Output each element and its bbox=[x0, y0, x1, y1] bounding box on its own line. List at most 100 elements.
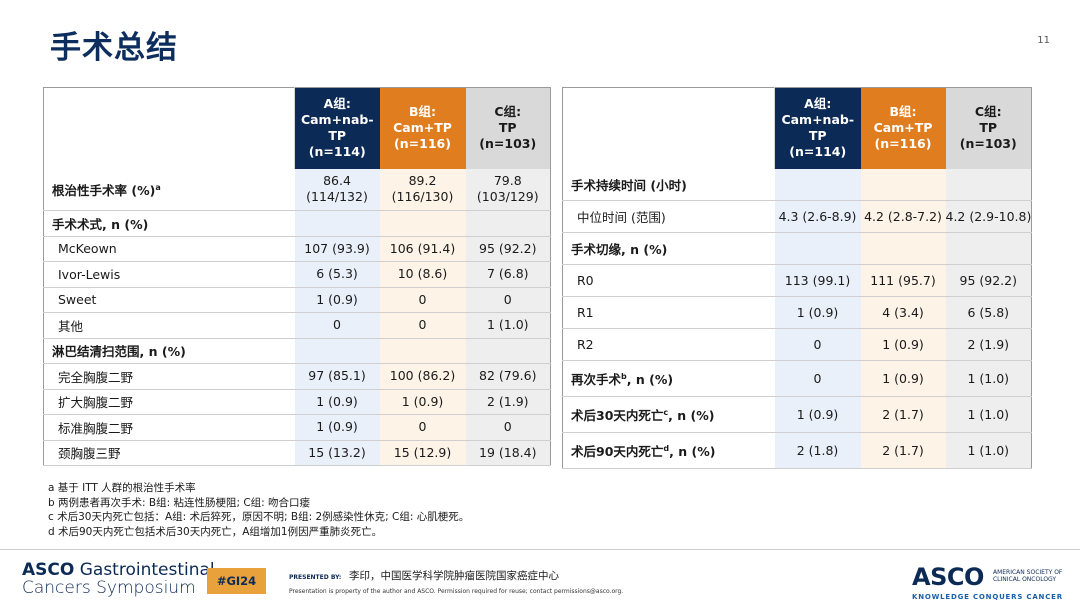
table-row: 根治性手术率 (%)a 86.4 (114/132) 89.2 (116/130) 79.… bbox=[43, 168, 551, 211]
cell-group-b bbox=[379, 210, 466, 237]
cell-group-b: 106 (91.4) bbox=[379, 236, 466, 262]
row-label: 颈胸腹三野 bbox=[43, 440, 295, 466]
table-row: 术后30天内死亡c, n (%) 1 (0.9) 2 (1.7) 1 (1.0) bbox=[562, 396, 1032, 433]
page-number: 11 bbox=[1037, 35, 1050, 46]
row-label: 根治性手术率 (%)a bbox=[43, 168, 295, 211]
cell-group-c bbox=[945, 168, 1032, 201]
header-empty-cell bbox=[43, 87, 295, 169]
cell-group-a: 1 (0.9) bbox=[774, 296, 861, 329]
header-group-a: A组: Cam+nab-TP (n=114) bbox=[774, 87, 861, 169]
cell-group-c: 82 (79.6) bbox=[465, 363, 551, 390]
cell-group-b: 100 (86.2) bbox=[379, 363, 466, 390]
cell-group-c bbox=[945, 232, 1032, 265]
header-group-c: C组: TP (n=103) bbox=[945, 87, 1032, 169]
header-group-c: C组: TP (n=103) bbox=[465, 87, 551, 169]
table-row: R2 0 1 (0.9) 2 (1.9) bbox=[562, 328, 1032, 361]
cell-group-a: 97 (85.1) bbox=[294, 363, 380, 390]
cell-group-a bbox=[294, 210, 380, 237]
cell-group-b: 89.2 (116/130) bbox=[379, 168, 466, 211]
row-label: 术后90天内死亡d, n (%) bbox=[562, 432, 775, 469]
cell-group-c: 2 (1.9) bbox=[945, 328, 1032, 361]
cell-group-c: 19 (18.4) bbox=[465, 440, 551, 466]
cell-group-c: 95 (92.2) bbox=[945, 264, 1032, 297]
table-row: 术后90天内死亡d, n (%) 2 (1.8) 2 (1.7) 1 (1.0) bbox=[562, 432, 1032, 469]
footnotes: a 基于 ITT 人群的根治性手术率 b 两例患者再次手术: B组: 粘连性肠梗… bbox=[48, 481, 469, 539]
hashtag-badge: #GI24 bbox=[207, 568, 266, 594]
table-row: 淋巴结清扫范围, n (%) bbox=[43, 338, 551, 364]
page-title: 手术总结 bbox=[50, 30, 178, 66]
footnote-b: b 两例患者再次手术: B组: 粘连性肠梗阻; C组: 吻合口瘘 bbox=[48, 496, 311, 509]
row-label: 手术切缘, n (%) bbox=[562, 232, 775, 265]
property-note: Presentation is property of the author a… bbox=[289, 588, 624, 595]
cell-group-a: 1 (0.9) bbox=[294, 389, 380, 415]
cell-group-c: 6 (5.8) bbox=[945, 296, 1032, 329]
footnote-d: d 术后90天内死亡包括术后30天内死亡，A组增加1例因严重肺炎死亡。 bbox=[48, 525, 383, 538]
cell-group-a: 1 (0.9) bbox=[294, 414, 380, 441]
footnote-a: a 基于 ITT 人群的根治性手术率 bbox=[48, 482, 196, 494]
table-row: 其他 0 0 1 (1.0) bbox=[43, 312, 551, 339]
cell-group-c: 0 bbox=[465, 414, 551, 441]
table-row: R0 113 (99.1) 111 (95.7) 95 (92.2) bbox=[562, 264, 1032, 297]
cell-group-a: 1 (0.9) bbox=[294, 287, 380, 313]
cell-group-b: 15 (12.9) bbox=[379, 440, 466, 466]
table-row: 再次手术b, n (%) 0 1 (0.9) 1 (1.0) bbox=[562, 360, 1032, 397]
cell-group-b bbox=[860, 168, 946, 201]
table-row: 手术术式, n (%) bbox=[43, 210, 551, 237]
table-row: 扩大胸腹二野 1 (0.9) 1 (0.9) 2 (1.9) bbox=[43, 389, 551, 415]
cell-group-c bbox=[465, 338, 551, 364]
row-label: R2 bbox=[562, 328, 775, 361]
cell-group-a bbox=[294, 338, 380, 364]
presenter-name: 李印，中国医学科学院肿瘤医院国家癌症中心 bbox=[349, 570, 559, 582]
table-row: 手术切缘, n (%) bbox=[562, 232, 1032, 265]
row-label: 中位时间 (范围) bbox=[562, 200, 775, 233]
cell-group-c: 7 (6.8) bbox=[465, 261, 551, 288]
row-label: Ivor-Lewis bbox=[43, 261, 295, 288]
cell-group-b: 10 (8.6) bbox=[379, 261, 466, 288]
cell-group-b bbox=[379, 338, 466, 364]
surgery-table-left: A组: Cam+nab-TP (n=114) B组: Cam+TP (n=116) C组… bbox=[43, 87, 551, 466]
cell-group-c bbox=[465, 210, 551, 237]
cell-group-b: 0 bbox=[379, 287, 466, 313]
row-label: 术后30天内死亡c, n (%) bbox=[562, 396, 775, 433]
row-label: McKeown bbox=[43, 236, 295, 262]
row-label: 其他 bbox=[43, 312, 295, 339]
cell-group-b: 2 (1.7) bbox=[860, 396, 946, 433]
cell-group-c: 2 (1.9) bbox=[465, 389, 551, 415]
cell-group-a: 4.3 (2.6-8.9) bbox=[774, 200, 861, 233]
row-label: 完全胸腹二野 bbox=[43, 363, 295, 390]
cell-group-a: 0 bbox=[774, 360, 861, 397]
cell-group-b bbox=[860, 232, 946, 265]
cell-group-b: 0 bbox=[379, 414, 466, 441]
table-row: 手术持续时间 (小时) bbox=[562, 168, 1032, 201]
footer-divider bbox=[0, 549, 1080, 550]
header-empty-cell bbox=[562, 87, 775, 169]
row-label: Sweet bbox=[43, 287, 295, 313]
table-row: 中位时间 (范围) 4.3 (2.6-8.9) 4.2 (2.8-7.2) 4.2 (… bbox=[562, 200, 1032, 233]
row-label: 手术持续时间 (小时) bbox=[562, 168, 775, 201]
cell-group-b: 1 (0.9) bbox=[379, 389, 466, 415]
cell-group-c: 0 bbox=[465, 287, 551, 313]
table-row: Sweet 1 (0.9) 0 0 bbox=[43, 287, 551, 313]
cell-group-b: 1 (0.9) bbox=[860, 360, 946, 397]
row-label: R0 bbox=[562, 264, 775, 297]
cell-group-a bbox=[774, 232, 861, 265]
cell-group-c: 1 (1.0) bbox=[945, 360, 1032, 397]
header-group-a: A组: Cam+nab-TP (n=114) bbox=[294, 87, 380, 169]
row-label: 淋巴结清扫范围, n (%) bbox=[43, 338, 295, 364]
row-label: 扩大胸腹二野 bbox=[43, 389, 295, 415]
row-label: 手术术式, n (%) bbox=[43, 210, 295, 237]
surgery-table-right: A组: Cam+nab-TP (n=114) B组: Cam+TP (n=116) C组… bbox=[562, 87, 1032, 469]
cell-group-a: 15 (13.2) bbox=[294, 440, 380, 466]
cell-group-a bbox=[774, 168, 861, 201]
cell-group-a: 2 (1.8) bbox=[774, 432, 861, 469]
cell-group-c: 1 (1.0) bbox=[945, 396, 1032, 433]
cell-group-c: 1 (1.0) bbox=[945, 432, 1032, 469]
cell-group-a: 107 (93.9) bbox=[294, 236, 380, 262]
cell-group-c: 95 (92.2) bbox=[465, 236, 551, 262]
presented-by-label: PRESENTED BY: bbox=[289, 574, 342, 581]
cell-group-b: 0 bbox=[379, 312, 466, 339]
cell-group-c: 1 (1.0) bbox=[465, 312, 551, 339]
cell-group-a: 86.4 (114/132) bbox=[294, 168, 380, 211]
table-row: 颈胸腹三野 15 (13.2) 15 (12.9) 19 (18.4) bbox=[43, 440, 551, 466]
cell-group-b: 2 (1.7) bbox=[860, 432, 946, 469]
